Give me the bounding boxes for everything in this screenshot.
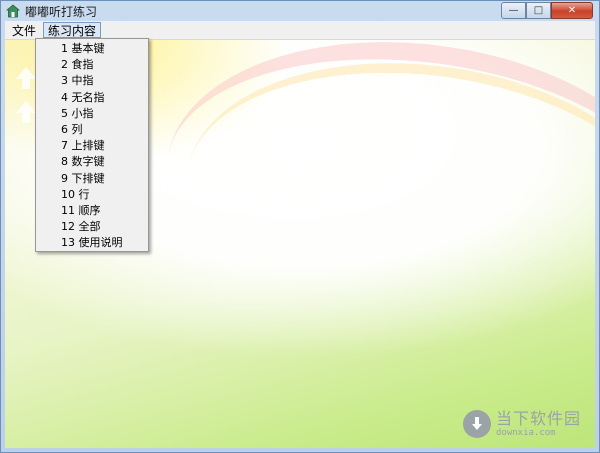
menu-file[interactable]: 文件 [7, 22, 41, 38]
menu-option-column[interactable]: 6 列 [38, 122, 146, 138]
watermark-domain: downxia.com [495, 428, 556, 438]
menu-practice-content[interactable]: 练习内容 [43, 22, 102, 38]
menu-option-lower-row[interactable]: 9 下排键 [38, 171, 146, 187]
window-title: 嘟嘟听打练习 [25, 4, 98, 19]
watermark: 当下软件园 downxia.com [462, 409, 581, 438]
maximize-icon: □ [533, 5, 544, 16]
menu-option-ring-finger[interactable]: 4 无名指 [38, 90, 146, 106]
close-icon: ✕ [567, 5, 577, 16]
menu-option-all[interactable]: 12 全部 [38, 219, 146, 235]
menu-option-middle-finger[interactable]: 3 中指 [38, 73, 146, 89]
menu-option-row[interactable]: 10 行 [38, 187, 146, 203]
menu-option-basic-keys[interactable]: 1 基本键 [38, 41, 146, 57]
close-button[interactable]: ✕ [551, 2, 593, 19]
app-house-icon [6, 4, 20, 18]
menu-option-number-keys[interactable]: 8 数字键 [38, 154, 146, 170]
menu-option-little-finger[interactable]: 5 小指 [38, 106, 146, 122]
app-window: 嘟嘟听打练习 — □ ✕ 文件 练习内容 当下软件园 downxia.com 1… [0, 0, 600, 453]
title-bar[interactable]: 嘟嘟听打练习 — □ ✕ [1, 1, 599, 21]
minimize-icon: — [508, 5, 519, 16]
maximize-button[interactable]: □ [526, 2, 551, 19]
menu-option-instructions[interactable]: 13 使用说明 [38, 235, 146, 251]
window-controls: — □ ✕ [501, 2, 593, 19]
practice-content-menu: 1 基本键 2 食指 3 中指 4 无名指 5 小指 6 列 7 上排键 8 数… [35, 38, 149, 252]
watermark-name: 当下软件园 [495, 409, 581, 428]
decorative-arrows-icon [16, 67, 36, 123]
minimize-button[interactable]: — [501, 2, 526, 19]
menu-option-sequence[interactable]: 11 顺序 [38, 203, 146, 219]
menu-option-index-finger[interactable]: 2 食指 [38, 57, 146, 73]
download-arrow-icon [462, 410, 491, 438]
menu-option-upper-row[interactable]: 7 上排键 [38, 138, 146, 154]
